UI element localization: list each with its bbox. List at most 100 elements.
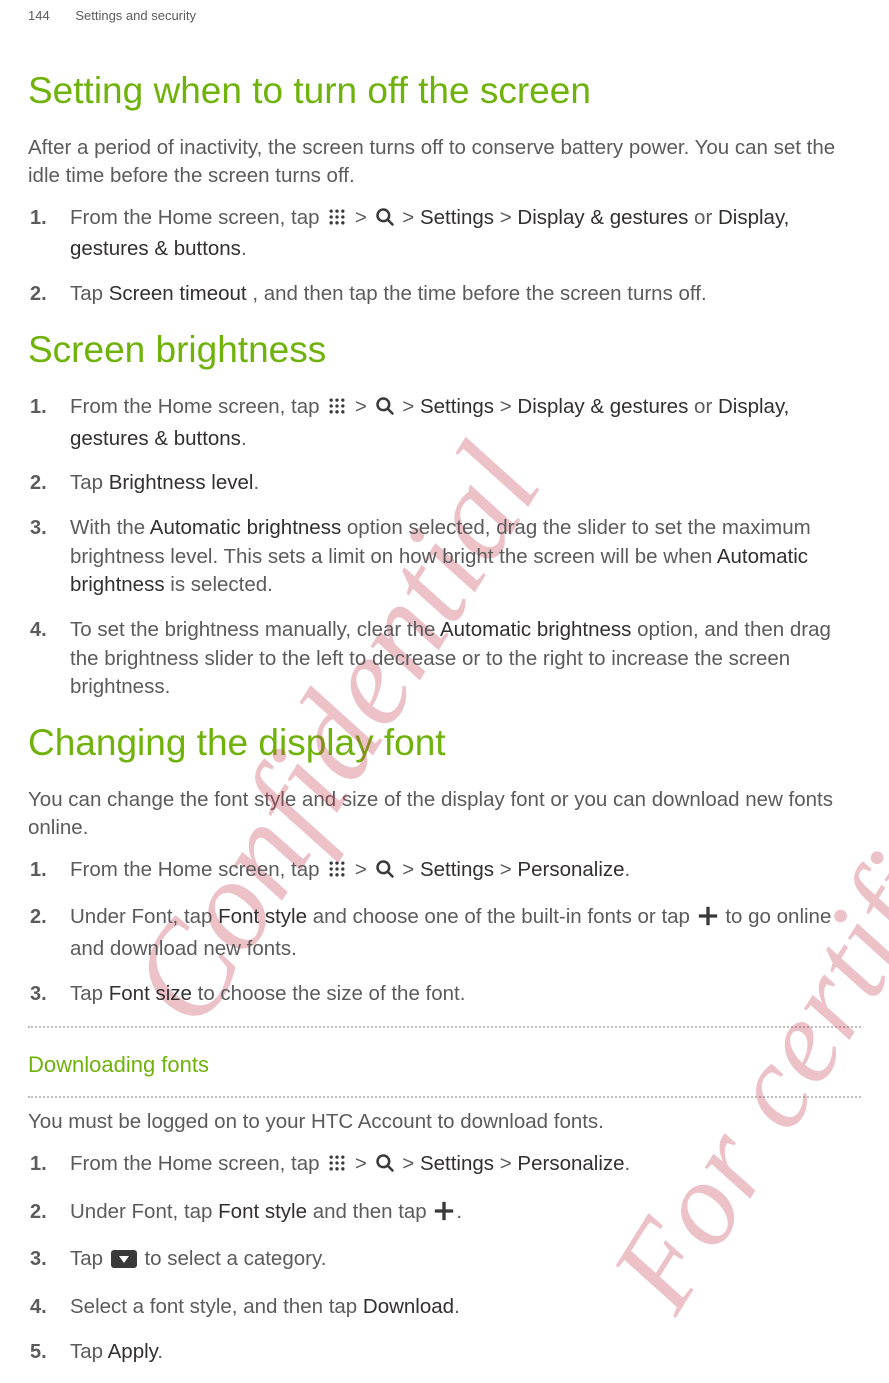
gt: > — [355, 206, 373, 229]
plus-icon — [698, 906, 718, 935]
text: To set the brightness manually, clear th… — [70, 618, 440, 641]
period: . — [241, 427, 247, 450]
period: . — [157, 1340, 163, 1363]
text: Tap — [70, 471, 109, 494]
divider — [28, 1096, 861, 1098]
page-content: Setting when to turn off the screen Afte… — [0, 0, 889, 1367]
heading-changing-font: Changing the display font — [28, 720, 861, 766]
intro-changing-font: You can change the font style and size o… — [28, 786, 861, 841]
period: . — [625, 858, 631, 881]
gt: > — [500, 1152, 518, 1175]
label-settings: Settings — [420, 1152, 494, 1175]
step: Tap Screen timeout , and then tap the ti… — [28, 280, 861, 309]
text: From the Home screen, tap — [70, 206, 325, 229]
step: From the Home screen, tap > > Settings — [28, 393, 861, 453]
label-font-style: Font style — [218, 905, 307, 928]
period: . — [456, 1200, 462, 1223]
text: Tap — [70, 982, 109, 1005]
label-personalize: Personalize — [517, 1152, 624, 1175]
text: to choose the size of the font. — [198, 982, 466, 1005]
intro-screen-timeout: After a period of inactivity, the screen… — [28, 134, 861, 189]
divider — [28, 1026, 861, 1028]
steps-screen-brightness: From the Home screen, tap > > Settings — [28, 393, 861, 702]
text: or — [694, 206, 718, 229]
search-icon — [375, 1153, 395, 1182]
apps-grid-icon — [327, 859, 347, 888]
label-personalize: Personalize — [517, 858, 624, 881]
period: . — [454, 1295, 460, 1318]
label-font-style: Font style — [218, 1200, 307, 1223]
text: With the — [70, 516, 150, 539]
gt: > — [402, 395, 420, 418]
plus-icon — [434, 1201, 454, 1230]
gt: > — [355, 858, 373, 881]
running-header: 144 Settings and security — [28, 8, 861, 23]
gt: > — [500, 395, 518, 418]
label-settings: Settings — [420, 206, 494, 229]
label-settings: Settings — [420, 395, 494, 418]
text: From the Home screen, tap — [70, 858, 325, 881]
label-display-gestures: Display & gestures — [517, 206, 688, 229]
gt: > — [355, 395, 373, 418]
step: Under Font, tap Font style and then tap … — [28, 1198, 861, 1230]
text: From the Home screen, tap — [70, 395, 325, 418]
period: . — [625, 1152, 631, 1175]
steps-downloading-fonts: From the Home screen, tap > > Settings — [28, 1150, 861, 1366]
step: From the Home screen, tap > > Settings — [28, 1150, 861, 1182]
gt: > — [402, 206, 420, 229]
dropdown-icon — [111, 1248, 137, 1277]
step: To set the brightness manually, clear th… — [28, 616, 861, 702]
text: and choose one of the built-in fonts or … — [313, 905, 696, 928]
text: and then tap — [313, 1200, 433, 1223]
gt: > — [355, 1152, 373, 1175]
label-apply: Apply — [108, 1340, 158, 1363]
text: Tap — [70, 282, 109, 305]
section-title: Settings and security — [75, 8, 196, 23]
heading-screen-brightness: Screen brightness — [28, 327, 861, 373]
step: Under Font, tap Font style and choose on… — [28, 903, 861, 963]
steps-screen-timeout: From the Home screen, tap > > Settings — [28, 204, 861, 309]
search-icon — [375, 396, 395, 425]
gt: > — [402, 1152, 420, 1175]
step: From the Home screen, tap > > Settings — [28, 856, 861, 888]
page-number: 144 — [28, 8, 50, 23]
heading-downloading-fonts: Downloading fonts — [28, 1052, 861, 1078]
step: Tap Brightness level. — [28, 469, 861, 498]
label-brightness-level: Brightness level — [109, 471, 254, 494]
search-icon — [375, 207, 395, 236]
text: Tap — [70, 1247, 109, 1270]
text: or — [694, 395, 718, 418]
intro-downloading-fonts: You must be logged on to your HTC Accoun… — [28, 1108, 861, 1136]
label-screen-timeout: Screen timeout — [109, 282, 247, 305]
text: Under Font, tap — [70, 1200, 218, 1223]
step: Select a font style, and then tap Downlo… — [28, 1293, 861, 1322]
step: From the Home screen, tap > > Settings — [28, 204, 861, 264]
text: Under Font, tap — [70, 905, 218, 928]
label-font-size: Font size — [109, 982, 192, 1005]
search-icon — [375, 859, 395, 888]
text: From the Home screen, tap — [70, 1152, 325, 1175]
gt: > — [500, 206, 518, 229]
apps-grid-icon — [327, 396, 347, 425]
label-automatic-brightness: Automatic brightness — [150, 516, 341, 539]
label-download: Download — [363, 1295, 454, 1318]
text: , and then tap the time before the scree… — [252, 282, 706, 305]
text: Tap — [70, 1340, 108, 1363]
heading-screen-timeout: Setting when to turn off the screen — [28, 68, 861, 114]
gt: > — [500, 858, 518, 881]
apps-grid-icon — [327, 1153, 347, 1182]
text: to select a category. — [144, 1247, 326, 1270]
period: . — [241, 237, 247, 260]
document-page: Confidential For certification only 144 … — [0, 0, 889, 1383]
label-display-gestures: Display & gestures — [517, 395, 688, 418]
period: . — [253, 471, 259, 494]
step: Tap to select a category. — [28, 1245, 861, 1277]
steps-changing-font: From the Home screen, tap > > Settings — [28, 856, 861, 1009]
label-settings: Settings — [420, 858, 494, 881]
gt: > — [402, 858, 420, 881]
text: is selected. — [170, 573, 273, 596]
step: With the Automatic brightness option sel… — [28, 514, 861, 600]
step: Tap Apply. — [28, 1338, 861, 1367]
label-automatic-brightness: Automatic brightness — [440, 618, 631, 641]
apps-grid-icon — [327, 207, 347, 236]
